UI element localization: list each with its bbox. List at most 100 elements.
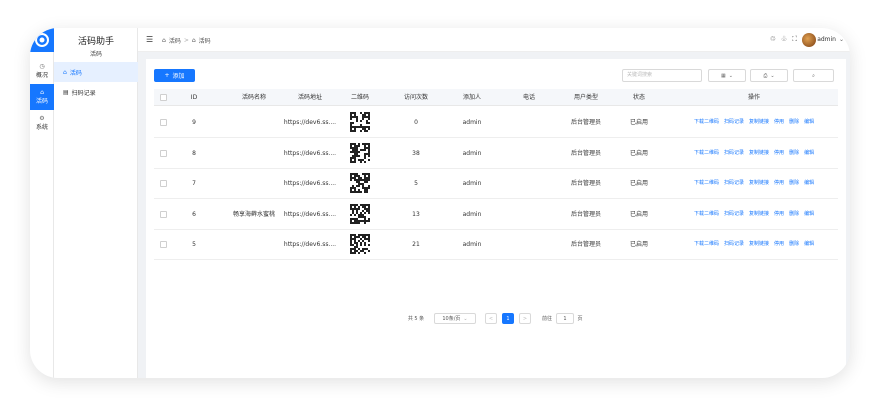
breadcrumb-item: 活码 — [198, 38, 211, 45]
copy-link-link[interactable]: 复制链接 — [749, 138, 769, 169]
copy-link-link[interactable]: 复制链接 — [749, 229, 769, 260]
scan-records-link[interactable]: 扫码记录 — [724, 229, 744, 260]
app-title: 活码助手 — [77, 37, 114, 47]
qrcode-icon: ⌂ — [63, 68, 67, 76]
cell-phone — [514, 138, 544, 169]
disable-link[interactable]: 停用 — [774, 199, 784, 230]
fullscreen-icon[interactable]: ⛶ — [792, 35, 797, 44]
columns-icon: ▦ — [721, 72, 726, 79]
row-checkbox[interactable] — [160, 180, 167, 187]
delete-link[interactable]: 删除 — [789, 229, 799, 260]
cell-visits: 0 — [414, 119, 418, 126]
row-checkbox[interactable] — [160, 241, 167, 248]
pagination: 共 5 条 10条/页 ⌄ < 1 > 前往 1 页 — [146, 313, 846, 325]
page-number-button[interactable]: 1 — [502, 313, 514, 324]
disable-link[interactable]: 停用 — [774, 107, 784, 138]
username[interactable]: admin — [817, 36, 836, 43]
delete-link[interactable]: 删除 — [789, 138, 799, 169]
column-header: 活码地址 — [297, 94, 322, 101]
copy-link-link[interactable]: 复制链接 — [749, 107, 769, 138]
edit-link[interactable]: 编辑 — [804, 168, 814, 199]
edit-link[interactable]: 编辑 — [804, 229, 814, 260]
scan-records-link[interactable]: 扫码记录 — [724, 107, 744, 138]
qrcode-icon: ⌂ — [40, 89, 44, 96]
search-input[interactable]: 关键词搜索 — [622, 69, 702, 82]
cell-user-type: 后台管理员 — [570, 241, 601, 248]
qrcode-thumbnail[interactable] — [350, 234, 370, 254]
download-qrcode-link[interactable]: 下载二维码 — [694, 168, 719, 199]
column-header: 添加人 — [462, 94, 481, 101]
cell-status: 已启用 — [629, 119, 648, 126]
cell-user-type: 后台管理员 — [570, 119, 601, 126]
download-qrcode-link[interactable]: 下载二维码 — [694, 229, 719, 260]
delete-link[interactable]: 删除 — [789, 199, 799, 230]
rail-item-system[interactable]: ⚙ 系统 — [30, 110, 54, 136]
submenu: 活码助手 活码 ⌂ 活码 ▤ 扫码记录 — [54, 28, 138, 378]
row-checkbox[interactable] — [160, 210, 167, 218]
logo-icon — [30, 28, 54, 52]
avatar[interactable] — [802, 33, 816, 47]
print-export-button[interactable]: ⎙ ⌄ — [750, 69, 788, 82]
disable-link[interactable]: 停用 — [774, 168, 784, 199]
page-size-select[interactable]: 10条/页 ⌄ — [434, 313, 476, 324]
scan-records-link[interactable]: 扫码记录 — [724, 168, 744, 199]
download-qrcode-link[interactable]: 下载二维码 — [694, 138, 719, 169]
column-header: 访问次数 — [403, 94, 428, 101]
cell-phone — [514, 229, 544, 260]
select-all-checkbox[interactable] — [160, 94, 167, 101]
thumbs-up-icon[interactable]: ♲ — [770, 35, 776, 44]
menu-toggle-icon[interactable]: ☰ — [146, 35, 153, 44]
column-filter-button[interactable]: ▦ ⌄ — [708, 69, 746, 82]
qrcode-thumbnail[interactable] — [350, 173, 370, 193]
delete-link[interactable]: 删除 — [789, 168, 799, 199]
chevron-down-icon: ⌄ — [728, 72, 733, 79]
search-icon: ⌕ — [812, 72, 815, 79]
scan-records-link[interactable]: 扫码记录 — [724, 199, 744, 230]
copy-link-link[interactable]: 复制链接 — [749, 199, 769, 230]
qrcode-thumbnail[interactable] — [350, 112, 370, 132]
copy-link-link[interactable]: 复制链接 — [749, 168, 769, 199]
download-qrcode-link[interactable]: 下载二维码 — [694, 107, 719, 138]
cell-url: https://dev6.ss.... — [283, 119, 337, 126]
table-row: 9 https://dev6.ss.... 0 admin 后台管理员 已启用 下载二维码扫… — [154, 107, 838, 138]
edit-link[interactable]: 编辑 — [804, 138, 814, 169]
cell-phone — [514, 107, 544, 138]
search-button[interactable]: ⌕ — [793, 69, 834, 82]
cell-id: 6 — [192, 210, 196, 218]
delete-link[interactable]: 删除 — [789, 107, 799, 138]
qrcode-thumbnail[interactable] — [350, 142, 370, 163]
column-header: 电话 — [522, 94, 535, 101]
table-header: ID 活码名称 活码地址 二维码 访问次数 添加人 电话 用户类型 状态 操作 — [154, 89, 838, 106]
shirt-icon[interactable]: ♧ — [781, 35, 787, 44]
cell-phone — [514, 168, 544, 199]
cell-visits: 21 — [412, 241, 420, 248]
disable-link[interactable]: 停用 — [774, 138, 784, 169]
add-button[interactable]: + 添加 — [154, 69, 195, 82]
prev-page-button[interactable]: < — [485, 313, 497, 324]
submenu-item-livecode[interactable]: ⌂ 活码 — [54, 62, 138, 82]
cell-phone — [514, 199, 544, 230]
cell-url: https://dev6.ss.... — [283, 149, 337, 157]
download-qrcode-link[interactable]: 下载二维码 — [694, 199, 719, 230]
submenu-item-scan-records[interactable]: ▤ 扫码记录 — [54, 82, 138, 102]
breadcrumb-item[interactable]: 活码 — [169, 36, 181, 45]
rail-item-overview[interactable]: ◷ 概况 — [30, 58, 54, 84]
cell-visits: 38 — [412, 149, 420, 157]
app-subtitle: 活码 — [89, 51, 102, 58]
row-checkbox[interactable] — [160, 149, 167, 157]
qrcode-thumbnail[interactable] — [350, 203, 370, 224]
chevron-down-icon[interactable]: ⌄ — [839, 36, 844, 43]
next-page-button[interactable]: > — [519, 313, 531, 324]
scan-records-link[interactable]: 扫码记录 — [724, 138, 744, 169]
edit-link[interactable]: 编辑 — [804, 199, 814, 230]
rail-item-livecode[interactable]: ⌂ 活码 — [30, 84, 54, 110]
cell-name — [226, 138, 282, 169]
disable-link[interactable]: 停用 — [774, 229, 784, 260]
cell-name — [226, 229, 282, 260]
goto-page-input[interactable]: 1 — [556, 313, 574, 324]
cell-visits: 5 — [414, 180, 418, 187]
row-checkbox[interactable] — [160, 119, 167, 126]
cell-name: 畅享海藓水蜜桃 — [232, 210, 275, 218]
edit-link[interactable]: 编辑 — [804, 107, 814, 138]
cell-user-type: 后台管理员 — [570, 210, 601, 218]
